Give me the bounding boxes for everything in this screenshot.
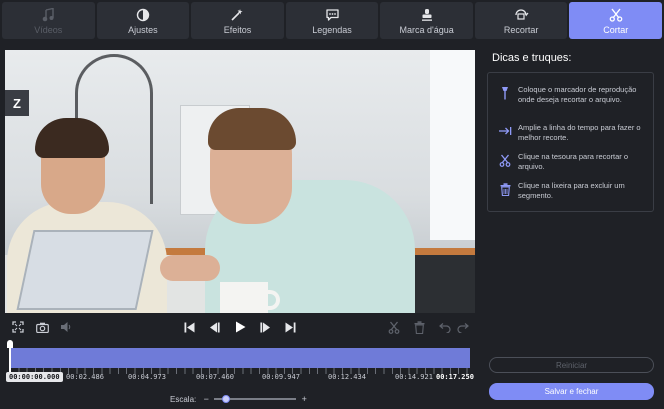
current-time: 00:00:00.000	[6, 372, 63, 382]
delete-trash-icon[interactable]	[412, 319, 426, 335]
tip-text: Amplie a linha do tempo para fazer o mel…	[518, 123, 641, 142]
tab-marca-dagua[interactable]: Marca d'água	[380, 2, 473, 39]
tool-tabs: Vídeos Ajustes Efeitos Legendas Marca d'…	[0, 0, 664, 40]
tab-efeitos[interactable]: Efeitos	[191, 2, 284, 39]
camera-icon[interactable]	[35, 319, 49, 335]
video-frame-hand	[160, 255, 220, 281]
reset-button[interactable]: Reiniciar	[489, 357, 654, 373]
tips-title: Dicas e truques:	[492, 52, 572, 64]
player-controls	[5, 316, 475, 338]
time-marker: 00:02.486	[66, 373, 104, 381]
stamp-icon	[420, 7, 434, 23]
undo-icon[interactable]	[437, 319, 451, 335]
time-marker: 00:09.947	[262, 373, 300, 381]
time-marker: 00:07.460	[196, 373, 234, 381]
tip-item: Coloque o marcador de reprodução onde de…	[498, 85, 648, 104]
time-marker: 00:14.921	[395, 373, 433, 381]
tab-label: Legendas	[312, 24, 352, 35]
scale-label: Escala:	[170, 394, 197, 404]
music-note-icon	[42, 7, 54, 23]
tab-label: Vídeos	[34, 24, 63, 35]
video-preview[interactable]: Z	[5, 50, 475, 313]
magic-wand-icon	[230, 7, 244, 23]
video-frame-cup	[220, 282, 268, 313]
contrast-icon	[136, 7, 150, 23]
scissors-icon	[609, 7, 623, 23]
skip-end-icon[interactable]	[284, 319, 296, 335]
tab-label: Cortar	[603, 24, 629, 35]
tab-label: Efeitos	[223, 24, 252, 35]
tip-text: Coloque o marcador de reprodução onde de…	[518, 85, 637, 104]
volume-icon[interactable]	[59, 319, 73, 335]
tab-recortar[interactable]: Recortar	[474, 2, 568, 39]
expand-arrow-icon	[498, 124, 512, 138]
zoom-slider[interactable]	[214, 395, 297, 403]
trash-icon	[498, 182, 512, 196]
zoom-scale: Escala: − +	[170, 394, 308, 404]
tip-text: Clique na lixeira para excluir um segmen…	[518, 181, 625, 200]
tab-ajustes[interactable]: Ajustes	[96, 2, 190, 39]
tip-item: Clique na tesoura para recortar o arquiv…	[498, 152, 648, 171]
tip-item: Clique na lixeira para excluir um segmen…	[498, 181, 648, 200]
tab-label: Marca d'água	[399, 24, 454, 35]
skip-start-icon[interactable]	[183, 319, 195, 335]
tab-cortar[interactable]: Cortar	[569, 2, 663, 39]
redo-icon[interactable]	[456, 319, 470, 335]
tip-text: Clique na tesoura para recortar o arquiv…	[518, 152, 629, 171]
crop-rotate-icon	[513, 7, 529, 23]
tab-videos[interactable]: Vídeos	[2, 2, 95, 39]
save-and-close-button[interactable]: Salvar e fechar	[489, 383, 654, 400]
tab-label: Recortar	[503, 24, 539, 35]
next-frame-icon[interactable]	[259, 319, 271, 335]
tips-panel: Coloque o marcador de reprodução onde de…	[487, 72, 654, 212]
video-frame-person-right-hair	[208, 108, 296, 150]
end-time: 00:17.250	[436, 373, 474, 381]
tab-label: Ajustes	[128, 24, 158, 35]
video-frame-window	[430, 50, 475, 240]
video-frame-sign: Z	[5, 90, 29, 116]
timeline-labels: 00:00:00.000 00:02.486 00:04.973 00:07.4…	[0, 372, 475, 383]
tab-legendas[interactable]: Legendas	[285, 2, 379, 39]
zoom-out-button[interactable]: −	[202, 394, 210, 404]
tip-item: Amplie a linha do tempo para fazer o mel…	[498, 123, 648, 142]
time-marker: 00:12.434	[328, 373, 366, 381]
play-icon[interactable]	[234, 319, 246, 335]
fullscreen-icon[interactable]	[11, 319, 25, 335]
marker-pin-icon	[498, 86, 512, 100]
time-marker: 00:04.973	[128, 373, 166, 381]
prev-frame-icon[interactable]	[208, 319, 220, 335]
video-frame-chair	[415, 255, 475, 313]
zoom-slider-thumb[interactable]	[221, 395, 230, 403]
cut-scissors-icon[interactable]	[387, 319, 401, 335]
video-frame-laptop	[16, 230, 154, 310]
zoom-in-button[interactable]: +	[300, 394, 308, 404]
timeline-track[interactable]	[10, 348, 470, 368]
speech-bubble-icon	[325, 7, 340, 23]
scissors-icon	[498, 153, 512, 167]
